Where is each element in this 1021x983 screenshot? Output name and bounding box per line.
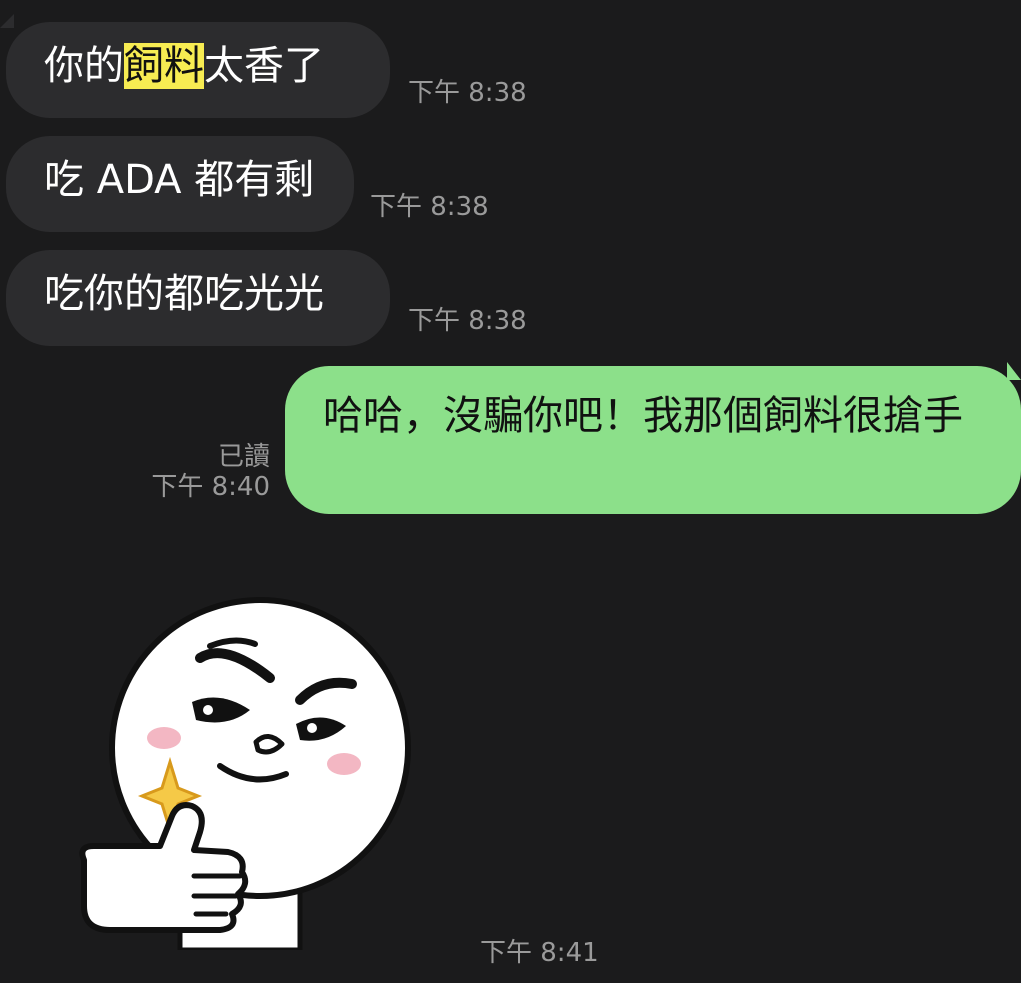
message-text: 吃 ADA 都有剩: [44, 157, 315, 203]
bubble-tail-4: [1007, 362, 1021, 380]
chat-screen: 你的飼料太香了 下午 8:38 吃 ADA 都有剩 下午 8:38 吃你的都吃光…: [0, 0, 1021, 983]
message-text-part: 你的: [44, 43, 124, 89]
moon-thumbs-up-sticker-icon[interactable]: [60, 560, 440, 953]
message-timestamp-4: 下午 8:40: [151, 472, 270, 502]
message-timestamp-5: 下午 8:41: [480, 938, 599, 968]
message-bubble-1[interactable]: 你的飼料太香了: [6, 22, 390, 118]
message-timestamp-2: 下午 8:38: [370, 192, 489, 222]
message-text-part: 太香了: [204, 43, 324, 89]
message-bubble-3[interactable]: 吃你的都吃光光: [6, 250, 390, 346]
message-timestamp-3: 下午 8:38: [408, 306, 527, 336]
message-text: 吃你的都吃光光: [44, 271, 324, 317]
message-text: 哈哈，沒騙你吧！我那個飼料很搶手: [323, 393, 963, 439]
read-status: 已讀: [217, 442, 270, 472]
highlighted-text: 飼料: [124, 43, 204, 89]
message-timestamp-1: 下午 8:38: [408, 78, 527, 108]
message-bubble-2[interactable]: 吃 ADA 都有剩: [6, 136, 354, 232]
bubble-tail-1: [0, 14, 14, 28]
read-receipt-block: 已讀 下午 8:40: [130, 442, 270, 502]
message-bubble-4[interactable]: 哈哈，沒騙你吧！我那個飼料很搶手: [285, 366, 1021, 514]
